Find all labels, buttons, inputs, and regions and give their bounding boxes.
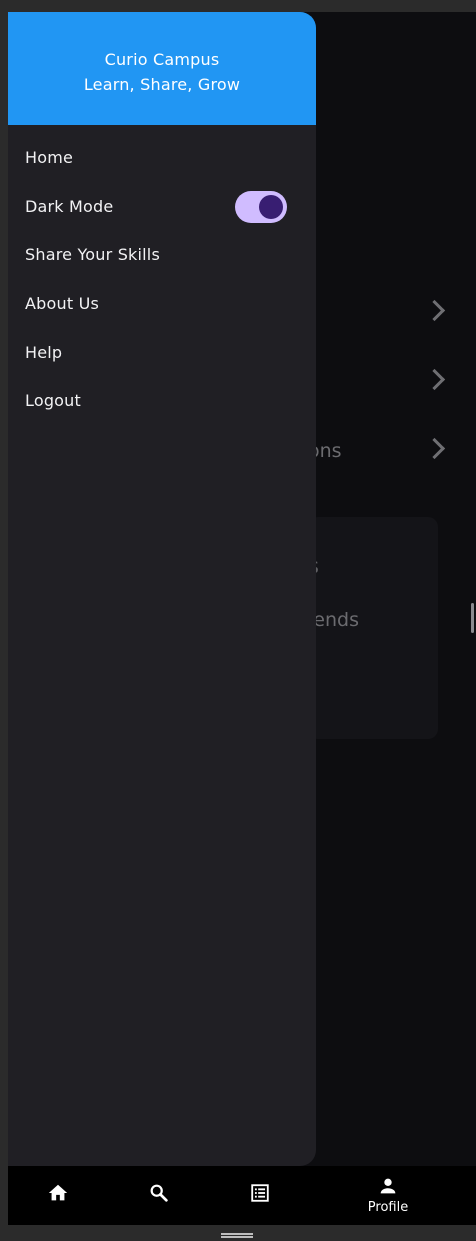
chevron-right-icon bbox=[423, 437, 446, 460]
chevron-right-icon bbox=[423, 299, 446, 322]
profile-option-row[interactable] bbox=[308, 365, 448, 395]
search-icon bbox=[150, 1184, 168, 1202]
chevron-right-icon bbox=[423, 368, 446, 391]
drawer-item-logout[interactable]: Logout bbox=[8, 378, 316, 424]
toggle-knob bbox=[259, 195, 283, 219]
nav-item-search[interactable] bbox=[109, 1166, 209, 1225]
drawer-item-label: Help bbox=[25, 343, 63, 362]
bottom-navigation-bar: Profile bbox=[8, 1166, 476, 1225]
drawer-item-help[interactable]: Help bbox=[8, 330, 316, 376]
drawer-item-label: Share Your Skills bbox=[25, 245, 160, 264]
drawer-item-home[interactable]: Home bbox=[8, 135, 316, 181]
person-icon bbox=[380, 1178, 396, 1194]
invite-card: s iends bbox=[308, 517, 438, 739]
scrollbar-handle[interactable] bbox=[471, 603, 474, 633]
list-icon bbox=[251, 1184, 269, 1202]
dark-mode-toggle[interactable] bbox=[235, 191, 287, 223]
profile-option-row[interactable] bbox=[308, 296, 448, 326]
drawer-item-label: Home bbox=[25, 148, 74, 167]
nav-item-list[interactable] bbox=[210, 1166, 310, 1225]
window-resize-handle[interactable] bbox=[221, 1233, 253, 1238]
drawer-header: Curio Campus Learn, Share, Grow bbox=[8, 12, 316, 125]
drawer-item-about-us[interactable]: About Us bbox=[8, 281, 316, 327]
app-title: Curio Campus bbox=[104, 50, 220, 69]
nav-item-profile[interactable]: Profile bbox=[338, 1166, 438, 1225]
drawer-item-label: Dark Mode bbox=[25, 197, 114, 216]
home-icon bbox=[48, 1184, 68, 1201]
drawer-item-dark-mode: Dark Mode bbox=[8, 184, 316, 230]
drawer-item-share-skills[interactable]: Share Your Skills bbox=[8, 232, 316, 278]
navigation-drawer: Curio Campus Learn, Share, Grow Home Dar… bbox=[8, 12, 316, 1166]
nav-label-profile: Profile bbox=[367, 1200, 409, 1215]
app-tagline: Learn, Share, Grow bbox=[83, 75, 241, 94]
drawer-item-label: About Us bbox=[25, 294, 100, 313]
drawer-item-label: Logout bbox=[25, 391, 81, 410]
app-screen: ons s iends Curio Campus Learn, Share, G… bbox=[8, 12, 476, 1225]
profile-option-row[interactable]: ons bbox=[308, 434, 448, 464]
nav-item-home[interactable] bbox=[8, 1166, 108, 1225]
